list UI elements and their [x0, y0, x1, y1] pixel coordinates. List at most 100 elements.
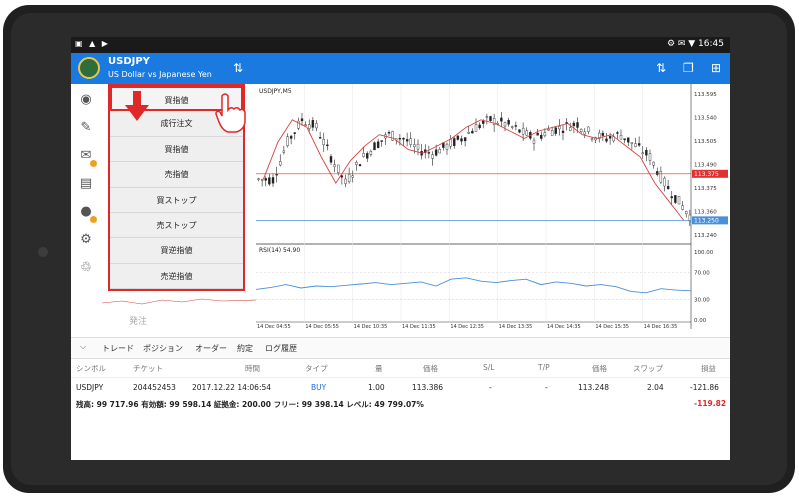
- menu-item-sell-stop-limit[interactable]: 売逆指値: [110, 264, 243, 290]
- candle-body: [358, 164, 362, 167]
- windows-icon[interactable]: ❐: [683, 61, 694, 75]
- price-chart[interactable]: USDJPY,M5 RSI(14) 54.90 113.375 113.250 …: [256, 84, 730, 329]
- chat-badge: [90, 216, 97, 223]
- col-time[interactable]: 時間: [245, 363, 260, 374]
- crosshair-icon[interactable]: ⇅: [233, 61, 243, 75]
- candle-body: [572, 122, 576, 127]
- candle-body: [637, 143, 641, 146]
- candle-body: [427, 152, 431, 154]
- price-tick-label: 113.240: [694, 233, 717, 239]
- candle-body: [525, 130, 528, 136]
- menu-item-sell-stop[interactable]: 売ストップ: [110, 213, 243, 239]
- col-price[interactable]: 価格: [423, 363, 438, 374]
- chart-canvas[interactable]: USDJPY,M5 RSI(14) 54.90 113.375 113.250 …: [256, 84, 730, 329]
- col-type[interactable]: タイプ: [305, 363, 328, 374]
- menu-item-sell-limit[interactable]: 売指値: [110, 162, 243, 188]
- candle-body: [630, 142, 634, 144]
- time-tick-label: 14 Dec 14:35: [547, 324, 581, 329]
- candle-body: [449, 139, 452, 147]
- candle-body: [482, 120, 485, 124]
- col-symbol[interactable]: シンボル: [76, 363, 106, 374]
- candle-body: [318, 137, 322, 139]
- candle-body: [264, 178, 267, 181]
- candle-body: [340, 175, 344, 178]
- candle-body: [434, 149, 438, 156]
- col-swap[interactable]: スワップ: [633, 363, 663, 374]
- candle-body: [514, 125, 518, 127]
- candle-body: [478, 124, 481, 129]
- quotes-icon[interactable]: ◉: [78, 92, 94, 108]
- chat-icon[interactable]: ●: [78, 204, 97, 223]
- app-logo-icon[interactable]: [78, 57, 100, 79]
- tab-deals[interactable]: 約定: [237, 343, 253, 354]
- candle-body: [369, 151, 373, 155]
- menu-item-buy-stop[interactable]: 買ストップ: [110, 188, 243, 213]
- col-tp[interactable]: T/P: [538, 363, 550, 372]
- news-icon[interactable]: ▤: [78, 176, 94, 192]
- candle-body: [289, 135, 293, 139]
- candle-body: [605, 138, 608, 142]
- candle-body: [648, 153, 652, 161]
- rsi-tick-label: 30.00: [694, 298, 710, 304]
- cell-open-price: 113.386: [412, 383, 444, 392]
- table-divider: [71, 377, 730, 378]
- candle-body: [376, 141, 380, 148]
- rsi-label: RSI(14) 54.90: [259, 247, 300, 254]
- candle-body: [373, 142, 376, 151]
- new-order-icon[interactable]: ⊞: [711, 61, 721, 75]
- place-order-button[interactable]: 発注: [129, 314, 147, 327]
- candle-body: [641, 152, 644, 154]
- status-clock: ⚙ ✉ ▼ 16:45: [666, 39, 724, 49]
- summary-profit: -119.82: [694, 399, 727, 408]
- menu-item-buy-limit[interactable]: 買指値: [110, 137, 243, 163]
- col-sl[interactable]: S/L: [483, 363, 494, 372]
- candle-body: [300, 118, 304, 122]
- mail-icon[interactable]: ✉: [78, 148, 97, 167]
- col-profit[interactable]: 損益: [701, 363, 716, 374]
- time-tick-label: 14 Dec 13:35: [499, 324, 533, 329]
- candle-body: [268, 177, 271, 185]
- candle-body: [463, 137, 467, 142]
- candle-body: [304, 124, 307, 126]
- chart-title: USDJPY,M5: [259, 88, 292, 95]
- symbol-title[interactable]: USDJPY: [108, 56, 150, 67]
- menu-item-buy-stop-limit[interactable]: 買逆指値: [110, 238, 243, 264]
- time-tick-label: 14 Dec 11:35: [402, 324, 436, 329]
- candle-body: [616, 132, 619, 134]
- tab-positions[interactable]: ポジション: [143, 343, 183, 354]
- chevron-down-icon[interactable]: ⌵: [80, 342, 86, 352]
- tab-history[interactable]: ログ履歴: [265, 343, 297, 354]
- chart-icon[interactable]: ✎: [78, 120, 94, 136]
- bid-price-label: 113.375: [694, 171, 719, 178]
- indicators-icon[interactable]: ⇅: [656, 61, 666, 75]
- candle-body: [282, 150, 286, 153]
- candle-body: [485, 116, 489, 118]
- community-icon[interactable]: ♲: [78, 260, 94, 276]
- symbol-description[interactable]: US Dollar vs Japanese Yen: [108, 70, 212, 79]
- candle-body: [550, 129, 554, 136]
- candle-body: [380, 140, 383, 142]
- candle-body: [347, 174, 351, 182]
- status-icons-left: ▣ ▲ ▶: [75, 39, 110, 48]
- tab-orders[interactable]: オーダー: [195, 343, 227, 354]
- cell-current-price: 113.248: [578, 383, 610, 392]
- candle-body: [315, 123, 318, 129]
- settings-icon[interactable]: ⚙: [78, 232, 94, 248]
- arrow-down-icon: [125, 91, 149, 121]
- candle-body: [355, 162, 358, 165]
- time-tick-label: 14 Dec 12:35: [450, 324, 484, 329]
- candle-body: [547, 128, 550, 131]
- col-volume[interactable]: 量: [375, 363, 383, 374]
- tab-trade[interactable]: トレード: [102, 343, 134, 354]
- app-bar: USDJPY US Dollar vs Japanese Yen ⇅ ⇅ ❐ ⊞: [71, 53, 730, 84]
- col-current-price[interactable]: 価格: [592, 363, 607, 374]
- candle-body: [500, 117, 503, 122]
- time-tick-label: 14 Dec 10:35: [354, 324, 388, 329]
- candle-body: [670, 196, 673, 199]
- terminal-tabs: ⌵ トレード ポジション オーダー 約定 ログ履歴: [71, 337, 730, 359]
- col-ticket[interactable]: チケット: [133, 363, 163, 374]
- candle-body: [685, 211, 688, 215]
- candle-body: [311, 120, 315, 128]
- candle-body: [674, 195, 677, 203]
- candle-body: [471, 130, 474, 134]
